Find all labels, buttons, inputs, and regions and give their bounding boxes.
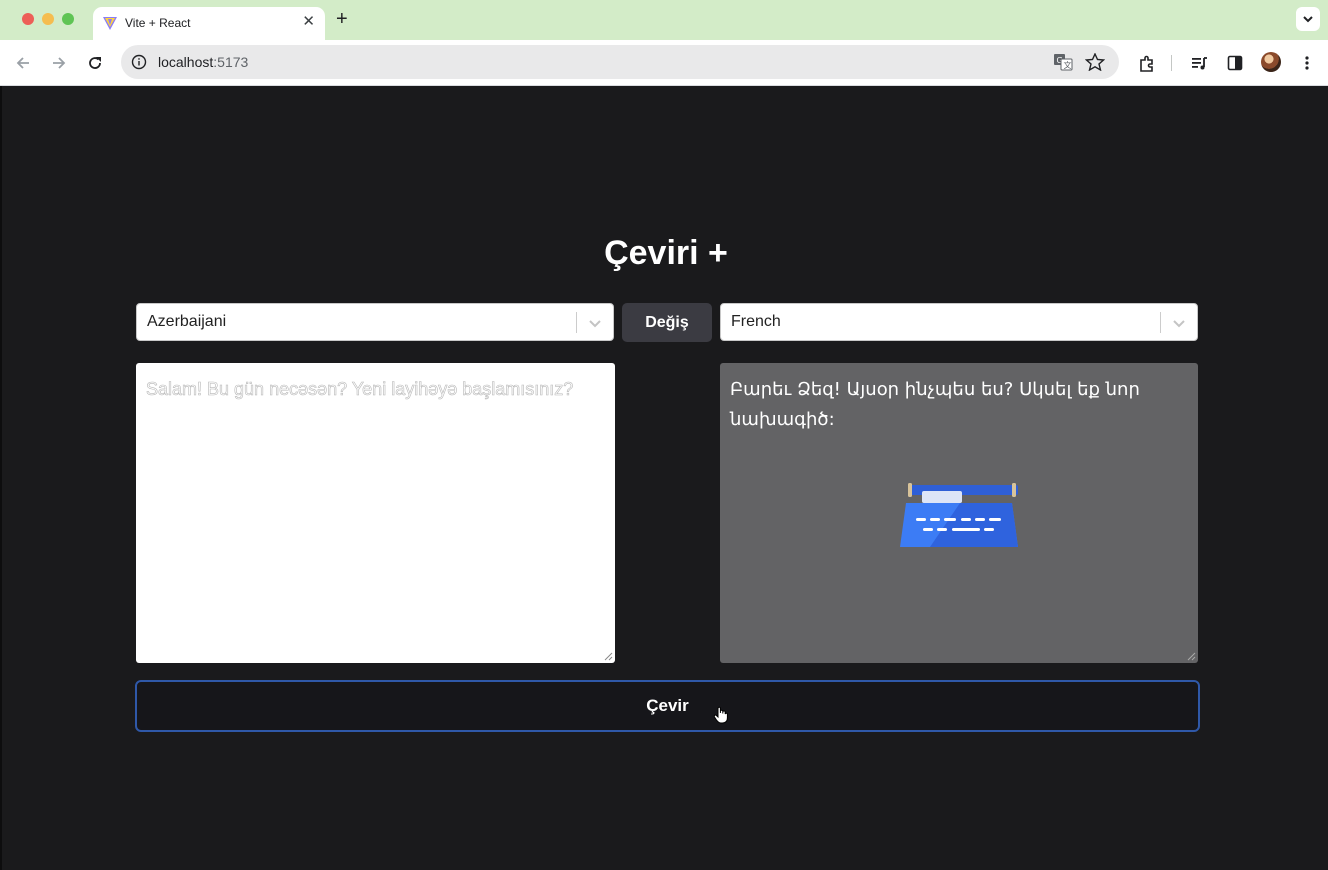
source-text-value: Salam! Bu gün necəsən? Yeni layihəyə baş…	[146, 379, 574, 400]
reading-list-button[interactable]	[1187, 51, 1211, 75]
hand-cursor-icon	[713, 706, 728, 724]
chevron-down-icon	[1303, 16, 1313, 23]
tab-title: Vite + React	[125, 16, 191, 30]
toolbar-divider	[1171, 55, 1172, 71]
reading-list-icon	[1192, 57, 1207, 70]
url-text: localhost:5173	[158, 54, 249, 70]
forward-button[interactable]	[47, 51, 71, 75]
browser-tab-strip: Vite + React ✕ +	[0, 0, 1328, 40]
back-arrow-icon	[16, 57, 29, 69]
window-close-button[interactable]	[22, 13, 34, 25]
app-page: Çeviri + Azerbaijani Değiş French Salam!…	[0, 86, 1328, 870]
translated-text-value: Բարեւ Ձեզ! Այսօր ինչպես ես? Սկսել եք նոր…	[730, 379, 1140, 430]
swap-languages-button[interactable]: Değiş	[622, 303, 712, 342]
vite-favicon-icon	[103, 17, 117, 30]
back-button[interactable]	[11, 51, 35, 75]
kebab-menu-icon	[1305, 56, 1309, 70]
target-language-value: French	[731, 313, 781, 330]
resize-handle-icon[interactable]	[1187, 652, 1196, 661]
tab-search-button[interactable]	[1296, 7, 1320, 31]
forward-arrow-icon	[53, 57, 66, 69]
resize-handle-icon[interactable]	[604, 652, 613, 661]
select-separator	[1160, 312, 1161, 333]
new-tab-plus-icon[interactable]: +	[336, 9, 348, 29]
side-panel-icon	[1227, 55, 1243, 71]
translate-button[interactable]: Çevir	[135, 680, 1200, 732]
browser-menu-button[interactable]	[1295, 51, 1319, 75]
source-text-input[interactable]: Salam! Bu gün necəsən? Yeni layihəyə baş…	[136, 363, 615, 663]
side-panel-button[interactable]	[1223, 51, 1247, 75]
window-minimize-button[interactable]	[42, 13, 54, 25]
select-separator	[576, 312, 577, 333]
extensions-button[interactable]	[1134, 51, 1158, 75]
reload-icon	[89, 57, 101, 69]
source-language-select[interactable]: Azerbaijani	[136, 303, 614, 341]
typewriter-icon	[900, 483, 1018, 547]
target-language-select[interactable]: French	[720, 303, 1198, 341]
translate-page-icon[interactable]: G文	[1053, 53, 1073, 71]
chevron-down-icon[interactable]	[1172, 316, 1186, 330]
svg-text:文: 文	[1064, 60, 1072, 70]
profile-avatar[interactable]	[1261, 52, 1281, 72]
browser-tab-active[interactable]: Vite + React ✕	[93, 7, 325, 40]
browser-toolbar: localhost:5173 G文	[0, 40, 1328, 86]
address-bar[interactable]: localhost:5173 G文	[121, 45, 1119, 79]
chevron-down-icon[interactable]	[588, 316, 602, 330]
extensions-icon	[1140, 55, 1153, 72]
site-info-icon[interactable]	[131, 54, 147, 70]
page-title: Çeviri +	[604, 234, 728, 272]
reload-button[interactable]	[83, 51, 107, 75]
bookmark-star-icon[interactable]	[1085, 53, 1105, 71]
tab-close-icon[interactable]: ✕	[302, 14, 315, 30]
window-zoom-button[interactable]	[62, 13, 74, 25]
source-language-value: Azerbaijani	[147, 313, 227, 330]
